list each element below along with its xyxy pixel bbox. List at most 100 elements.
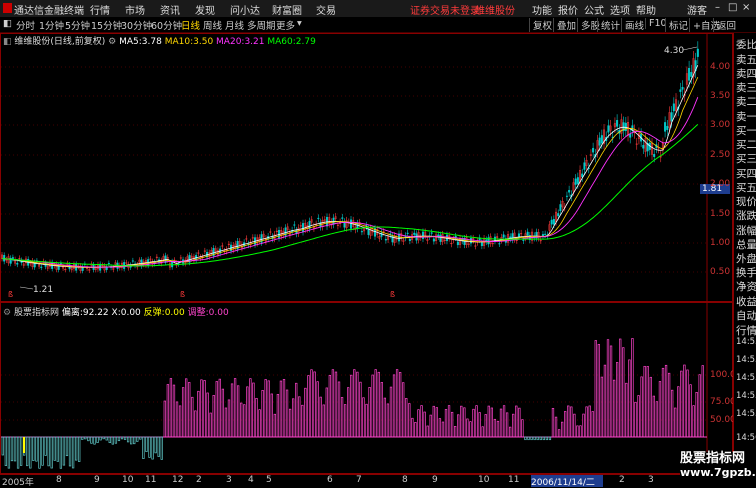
histogram-bar xyxy=(557,429,561,438)
histogram-bar xyxy=(432,405,435,438)
candle-body xyxy=(430,232,433,234)
histogram-bar xyxy=(13,436,17,462)
histogram-bar xyxy=(47,436,50,467)
candle-body xyxy=(653,154,656,157)
histogram-bar xyxy=(423,411,426,438)
candle-body xyxy=(559,204,562,212)
date-label: 9 xyxy=(94,475,100,485)
histogram-bar xyxy=(576,425,579,438)
ma10-value: 3.50 xyxy=(193,37,214,47)
stock-chart[interactable]: ßßß xyxy=(0,0,756,487)
candle-body xyxy=(107,262,110,264)
histogram-bar xyxy=(172,384,176,438)
histogram-bar xyxy=(475,405,478,438)
histogram-bar xyxy=(411,417,414,438)
histogram-bar xyxy=(463,407,466,438)
side-panel-item: 卖四 xyxy=(736,68,756,80)
histogram-bar xyxy=(258,409,261,438)
histogram-bar xyxy=(395,369,399,438)
high-price-pointer xyxy=(682,46,698,51)
candle-body xyxy=(131,260,134,262)
histogram-bar xyxy=(634,401,637,438)
ma20-line xyxy=(1,97,699,268)
histogram-bar xyxy=(695,392,698,438)
histogram-bar xyxy=(505,412,509,438)
side-panel-item: 卖三 xyxy=(736,82,756,94)
histogram-bar xyxy=(178,405,182,438)
side-panel-item: 涨跌 xyxy=(736,210,756,222)
histogram-bar xyxy=(288,408,292,438)
candle-body xyxy=(317,217,320,219)
candle-body xyxy=(666,125,669,130)
date-label: 9 xyxy=(432,475,438,485)
histogram-bar xyxy=(606,339,610,438)
candle-body xyxy=(592,147,595,153)
chart-settings-icon[interactable]: ⚙ xyxy=(108,37,116,47)
histogram-bar xyxy=(573,413,576,438)
histogram-bar xyxy=(389,386,393,438)
candle-body xyxy=(406,232,409,234)
histogram-bar xyxy=(502,405,506,438)
histogram-bar xyxy=(279,380,283,438)
candle-body xyxy=(408,238,411,241)
histogram-bar xyxy=(221,388,225,438)
histogram-bar xyxy=(698,374,701,438)
histogram-bar xyxy=(368,387,371,438)
histogram-bar xyxy=(405,398,408,438)
side-panel-item: 14:55 xyxy=(736,337,756,347)
watermark-url: www.7gpzb.com xyxy=(680,466,756,479)
histogram-bar xyxy=(328,375,331,438)
histogram-bar xyxy=(96,436,99,443)
histogram-bar xyxy=(292,398,295,438)
candle-body xyxy=(526,231,529,236)
x-label: X: xyxy=(111,308,121,318)
histogram-bar xyxy=(111,436,114,445)
histogram-bar xyxy=(175,401,179,438)
histogram-bar xyxy=(362,397,365,438)
histogram-bar xyxy=(227,399,231,438)
side-panel-item: 买四 xyxy=(736,168,756,180)
candle-body xyxy=(670,112,673,122)
histogram-bar xyxy=(560,421,564,438)
date-label: 8 xyxy=(402,475,408,485)
indicator-info-bar: ⚙ 股票指标网 偏离:92.22 X:0.00 反弹:0.00 调整:0.00 xyxy=(3,305,229,318)
histogram-bar xyxy=(304,387,307,438)
candle-body xyxy=(629,134,632,138)
histogram-bar xyxy=(515,405,518,438)
histogram-bar xyxy=(84,436,87,440)
indicator-settings-icon[interactable]: ⚙ xyxy=(3,308,11,318)
histogram-bar xyxy=(313,371,316,438)
date-label: 10 xyxy=(122,475,134,485)
histogram-bar xyxy=(564,411,567,438)
histogram-bar xyxy=(249,378,252,438)
date-label: 3 xyxy=(648,475,654,485)
histogram-bar xyxy=(356,371,359,438)
date-label: 2005年 xyxy=(2,478,34,488)
high-price-label: 4.30 xyxy=(664,46,685,56)
histogram-bar xyxy=(108,436,111,444)
histogram-bar xyxy=(567,405,570,438)
side-panel-item: 总量 xyxy=(736,239,756,251)
chart-menu-icon[interactable]: ◧ xyxy=(3,37,12,47)
histogram-bar xyxy=(472,408,475,438)
histogram-bar xyxy=(215,381,218,438)
histogram-bar xyxy=(90,436,93,444)
ma5-label: MA5: xyxy=(119,37,142,47)
indicator-tick: 50.00 xyxy=(710,415,736,425)
chart-info-bar: ◧ 维维股份(日线,前复权) ⚙ MA5:3.78 MA10:3.50 MA20… xyxy=(3,34,316,47)
histogram-bar xyxy=(136,436,139,442)
histogram-bar xyxy=(484,414,487,438)
candle-body xyxy=(688,67,691,81)
histogram-bar xyxy=(686,369,689,438)
histogram-bar xyxy=(29,436,32,469)
histogram-bar xyxy=(233,378,237,438)
histogram-bar xyxy=(255,397,258,438)
candlestick-series xyxy=(1,41,699,274)
ma10-line xyxy=(1,77,699,268)
histogram-bar xyxy=(206,392,209,438)
candle-body xyxy=(16,263,19,265)
histogram-bar xyxy=(243,404,246,438)
histogram-bar xyxy=(622,347,625,438)
candle-body xyxy=(413,232,416,235)
histogram-bar xyxy=(59,436,63,469)
